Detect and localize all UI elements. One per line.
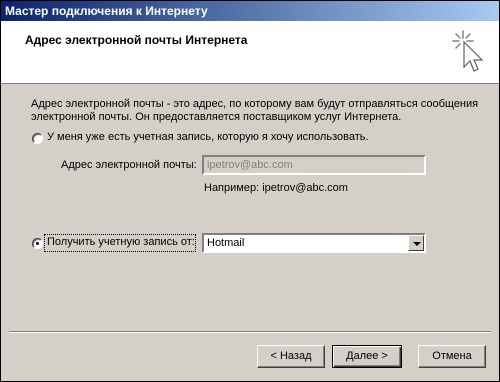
page-title: Адрес электронной почты Интернета (25, 33, 248, 47)
radio-existing-account-label[interactable]: У меня уже есть учетная запись, которую … (47, 131, 369, 143)
title-bar[interactable]: Мастер подключения к Интернету (1, 1, 499, 21)
button-separator (9, 331, 491, 333)
email-example-text: Например: ipetrov@abc.com (204, 182, 348, 194)
radio-selected-dot (36, 242, 39, 245)
description-text: Адрес электронной почты - это адрес, по … (31, 98, 479, 123)
radio-get-account[interactable] (32, 238, 43, 249)
provider-selected-value: Hotmail (207, 237, 245, 249)
chevron-down-icon (413, 242, 421, 246)
provider-select[interactable]: Hotmail (202, 233, 426, 253)
cancel-button[interactable]: Отмена (418, 345, 486, 368)
wizard-cursor-icon (452, 30, 484, 72)
radio-existing-account[interactable] (32, 133, 43, 144)
email-address-value: ipetrov@abc.com (207, 159, 293, 171)
wizard-header: Адрес электронной почты Интернета (1, 21, 499, 84)
back-button[interactable]: < Назад (257, 345, 325, 368)
radio-get-account-label[interactable]: Получить учетную запись от: (47, 236, 195, 248)
next-button[interactable]: Далее > (332, 345, 402, 368)
email-address-label: Адрес электронной почты: (61, 159, 197, 171)
window-title: Мастер подключения к Интернету (5, 4, 208, 18)
email-address-field[interactable]: ipetrov@abc.com (202, 155, 426, 175)
dropdown-button[interactable] (408, 235, 424, 251)
wizard-window: Мастер подключения к Интернету Адрес эле… (0, 0, 500, 382)
